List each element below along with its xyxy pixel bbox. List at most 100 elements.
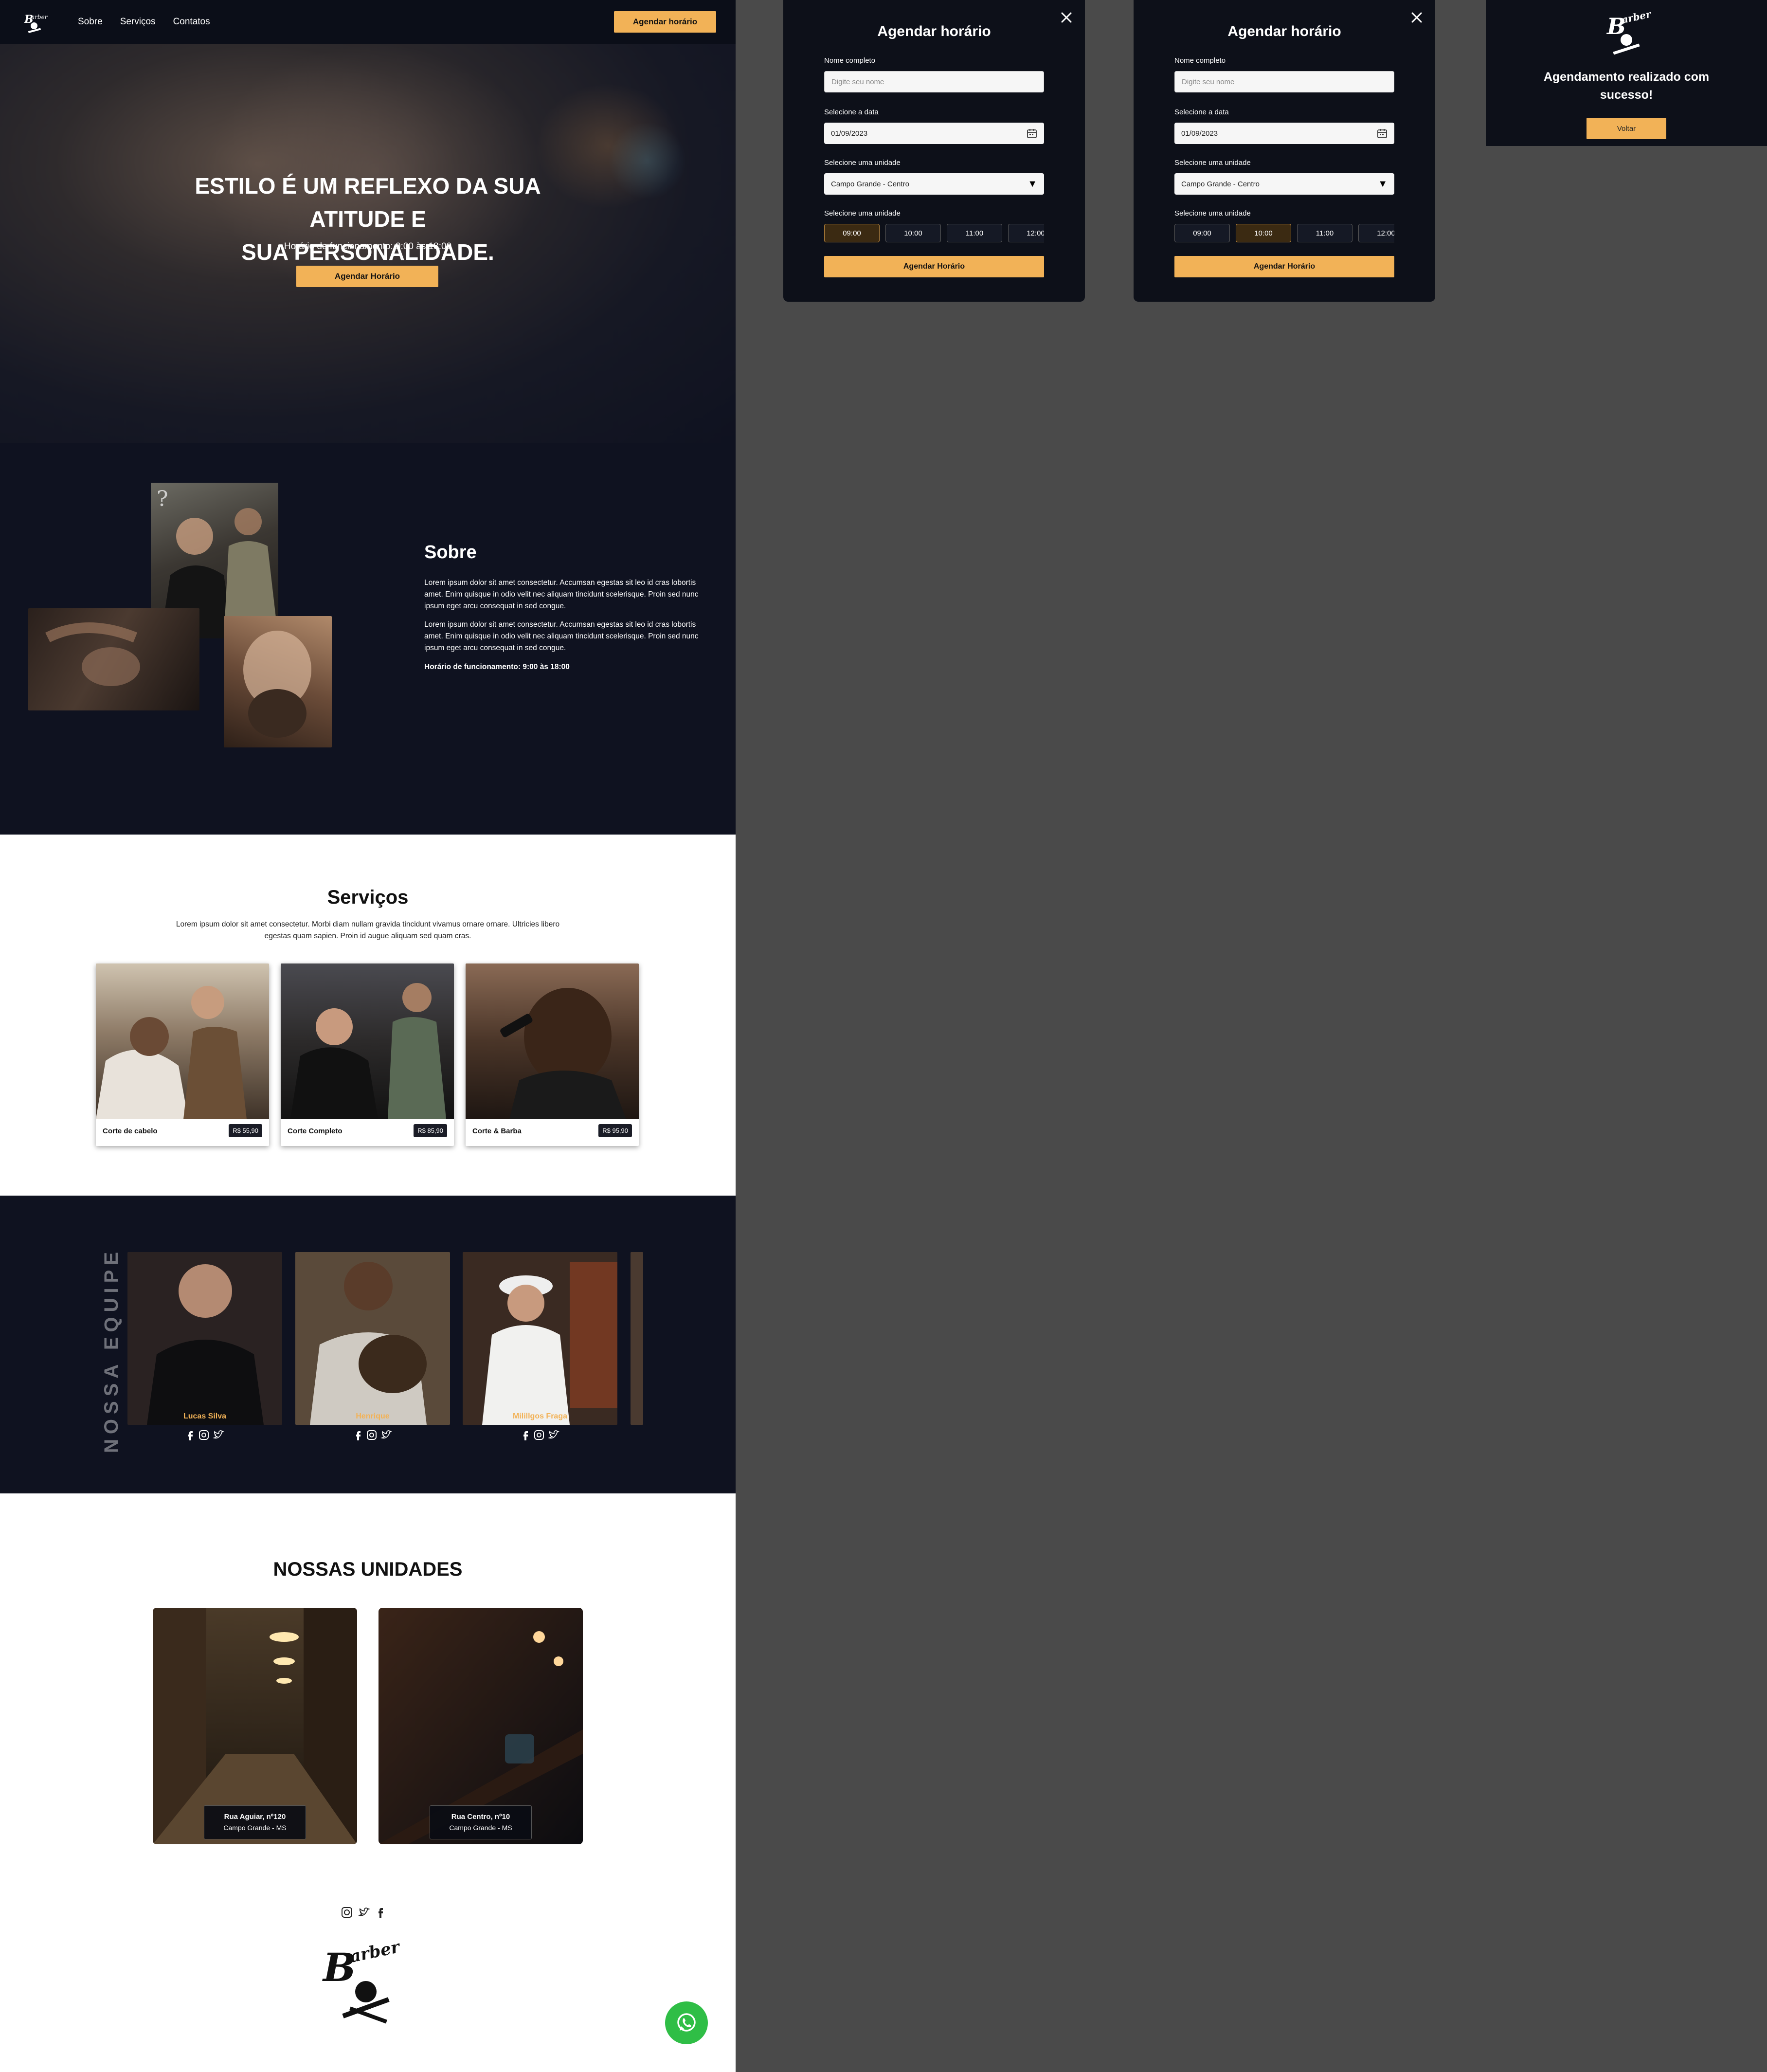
team-member-social [463, 1429, 617, 1441]
close-icon[interactable] [1409, 10, 1424, 25]
units-title: NOSSAS UNIDADES [273, 1559, 463, 1580]
unit-select[interactable]: Campo Grande - Centro ▼ [1174, 173, 1394, 195]
team-member-photo [295, 1252, 450, 1425]
unit-card[interactable]: Rua Centro, nº10 Campo Grande - MS [379, 1608, 583, 1844]
modal-title: Agendar horário [1227, 23, 1341, 39]
time-slot[interactable]: 10:00 [1236, 224, 1291, 242]
time-slot[interactable]: 11:00 [947, 224, 1002, 242]
date-field[interactable]: 01/09/2023 [1174, 123, 1394, 144]
about-title: Sobre [424, 542, 477, 563]
calendar-icon[interactable] [1377, 128, 1388, 139]
whatsapp-icon [677, 2013, 696, 2032]
close-icon[interactable] [1059, 10, 1074, 25]
date-field[interactable]: 01/09/2023 [824, 123, 1044, 144]
time-slots: 09:00 10:00 11:00 12:00 [824, 224, 1044, 243]
team-label: NOSSA EQUIPE [100, 1247, 124, 1453]
submit-booking-button[interactable]: Agendar Horário [1174, 256, 1394, 277]
nav-link-contatos[interactable]: Contatos [173, 17, 210, 27]
service-card[interactable]: Corte Completo R$ 85,90 [281, 963, 454, 1146]
booking-modal: Agendar horário Nome completo Selecione … [1134, 0, 1435, 302]
unit-select-value: Campo Grande - Centro [831, 180, 909, 188]
about-photo-beard [224, 616, 332, 747]
booking-modal: Agendar horário Nome completo Selecione … [783, 0, 1085, 302]
nav-book-button[interactable]: Agendar horário [614, 11, 716, 33]
modal-title: Agendar horário [877, 23, 991, 39]
time-slot[interactable]: 10:00 [885, 224, 941, 242]
success-panel: B arber Agendamento realizado com sucess… [1486, 0, 1767, 146]
landing-page: B arber Sobre Serviços Contatos Agendar … [0, 0, 736, 2072]
unit-city: Campo Grande - MS [223, 1824, 287, 1832]
services-section: Serviços Lorem ipsum dolor sit amet cons… [0, 835, 736, 1196]
service-name: Corte de cabelo [103, 1127, 158, 1135]
service-image [96, 963, 269, 1119]
svg-text:arber: arber [1621, 9, 1653, 26]
time-slot[interactable]: 09:00 [824, 224, 880, 242]
unit-select[interactable]: Campo Grande - Centro ▼ [824, 173, 1044, 195]
service-card[interactable]: Corte de cabelo R$ 55,90 [96, 963, 269, 1146]
calendar-icon[interactable] [1027, 128, 1037, 139]
team-member-card[interactable]: Lucas Silva [127, 1252, 282, 1425]
time-label: Selecione uma unidade [1174, 209, 1251, 218]
hero-hours: Horário de funcionamento: 9:00 às 18:00 [284, 241, 452, 252]
unit-label: Selecione uma unidade [1174, 159, 1251, 167]
units-section: NOSSAS UNIDADES Rua Aguiar, nº120 Campo … [0, 1493, 736, 2072]
time-slots: 09:00 10:00 11:00 12:00 [1174, 224, 1394, 243]
unit-card[interactable]: Rua Aguiar, nº120 Campo Grande - MS [153, 1608, 357, 1844]
name-input[interactable] [824, 71, 1044, 92]
unit-label: Selecione uma unidade [824, 159, 901, 167]
back-button[interactable]: Voltar [1587, 118, 1666, 139]
unit-address: Rua Centro, nº10 Campo Grande - MS [430, 1805, 532, 1839]
time-slot[interactable]: 09:00 [1174, 224, 1230, 242]
facebook-icon[interactable] [521, 1429, 530, 1441]
service-card[interactable]: Corte & Barba R$ 95,90 [466, 963, 639, 1146]
nav-link-servicos[interactable]: Serviços [120, 17, 156, 27]
barber-logo[interactable]: B arber [19, 7, 49, 36]
nav-links: Sobre Serviços Contatos [78, 17, 210, 27]
unit-street: Rua Centro, nº10 [451, 1813, 510, 1821]
service-image [281, 963, 454, 1119]
twitter-icon[interactable] [548, 1429, 559, 1441]
instagram-icon[interactable] [341, 1906, 353, 1919]
team-member-card[interactable]: Milillgos Fraga [463, 1252, 617, 1425]
instagram-icon[interactable] [198, 1429, 210, 1441]
submit-booking-button[interactable]: Agendar Horário [824, 256, 1044, 277]
date-value: 01/09/2023 [831, 129, 868, 138]
name-label: Nome completo [824, 56, 876, 65]
time-slot[interactable]: 11:00 [1297, 224, 1352, 242]
twitter-icon[interactable] [358, 1906, 371, 1919]
whatsapp-button[interactable] [665, 2001, 708, 2044]
hero-book-button[interactable]: Agendar Horário [296, 266, 438, 287]
time-slot[interactable]: 12:00 [1358, 224, 1394, 242]
services-description: Lorem ipsum dolor sit amet consectetur. … [176, 920, 560, 940]
team-member-name: Henrique [356, 1412, 390, 1420]
team-member-photo [463, 1252, 617, 1425]
twitter-icon[interactable] [213, 1429, 224, 1441]
instagram-icon[interactable] [366, 1429, 378, 1441]
service-name: Corte Completo [288, 1127, 343, 1135]
unit-street: Rua Aguiar, nº120 [224, 1813, 286, 1821]
success-message: Agendamento realizado com sucesso! [1543, 70, 1710, 102]
team-member-photo [631, 1252, 643, 1425]
svg-text:?: ? [157, 487, 168, 511]
unit-city: Campo Grande - MS [449, 1824, 512, 1832]
service-price: R$ 95,90 [598, 1124, 632, 1137]
team-member-card[interactable]: Henrique [295, 1252, 450, 1425]
footer-social [341, 1906, 385, 1919]
facebook-icon[interactable] [185, 1429, 195, 1441]
instagram-icon[interactable] [533, 1429, 545, 1441]
nav-link-sobre[interactable]: Sobre [78, 17, 103, 27]
twitter-icon[interactable] [380, 1429, 392, 1441]
svg-text:arber: arber [31, 14, 48, 20]
unit-select-value: Campo Grande - Centro [1181, 180, 1260, 188]
name-label: Nome completo [1174, 56, 1226, 65]
about-paragraph-2: Lorem ipsum dolor sit amet consectetur. … [424, 620, 699, 652]
team-section: NOSSA EQUIPE Lucas Silva Henrique Milill… [0, 1196, 736, 1493]
name-input[interactable] [1174, 71, 1394, 92]
time-slot[interactable]: 12:00 [1008, 224, 1044, 242]
facebook-icon[interactable] [353, 1429, 363, 1441]
team-member-card-partial[interactable] [631, 1252, 643, 1425]
service-image [466, 963, 639, 1119]
facebook-icon[interactable] [376, 1906, 385, 1919]
date-label: Selecione a data [1174, 108, 1229, 116]
hero-title-line-2: SUA PERSONALIDADE. [241, 239, 494, 265]
